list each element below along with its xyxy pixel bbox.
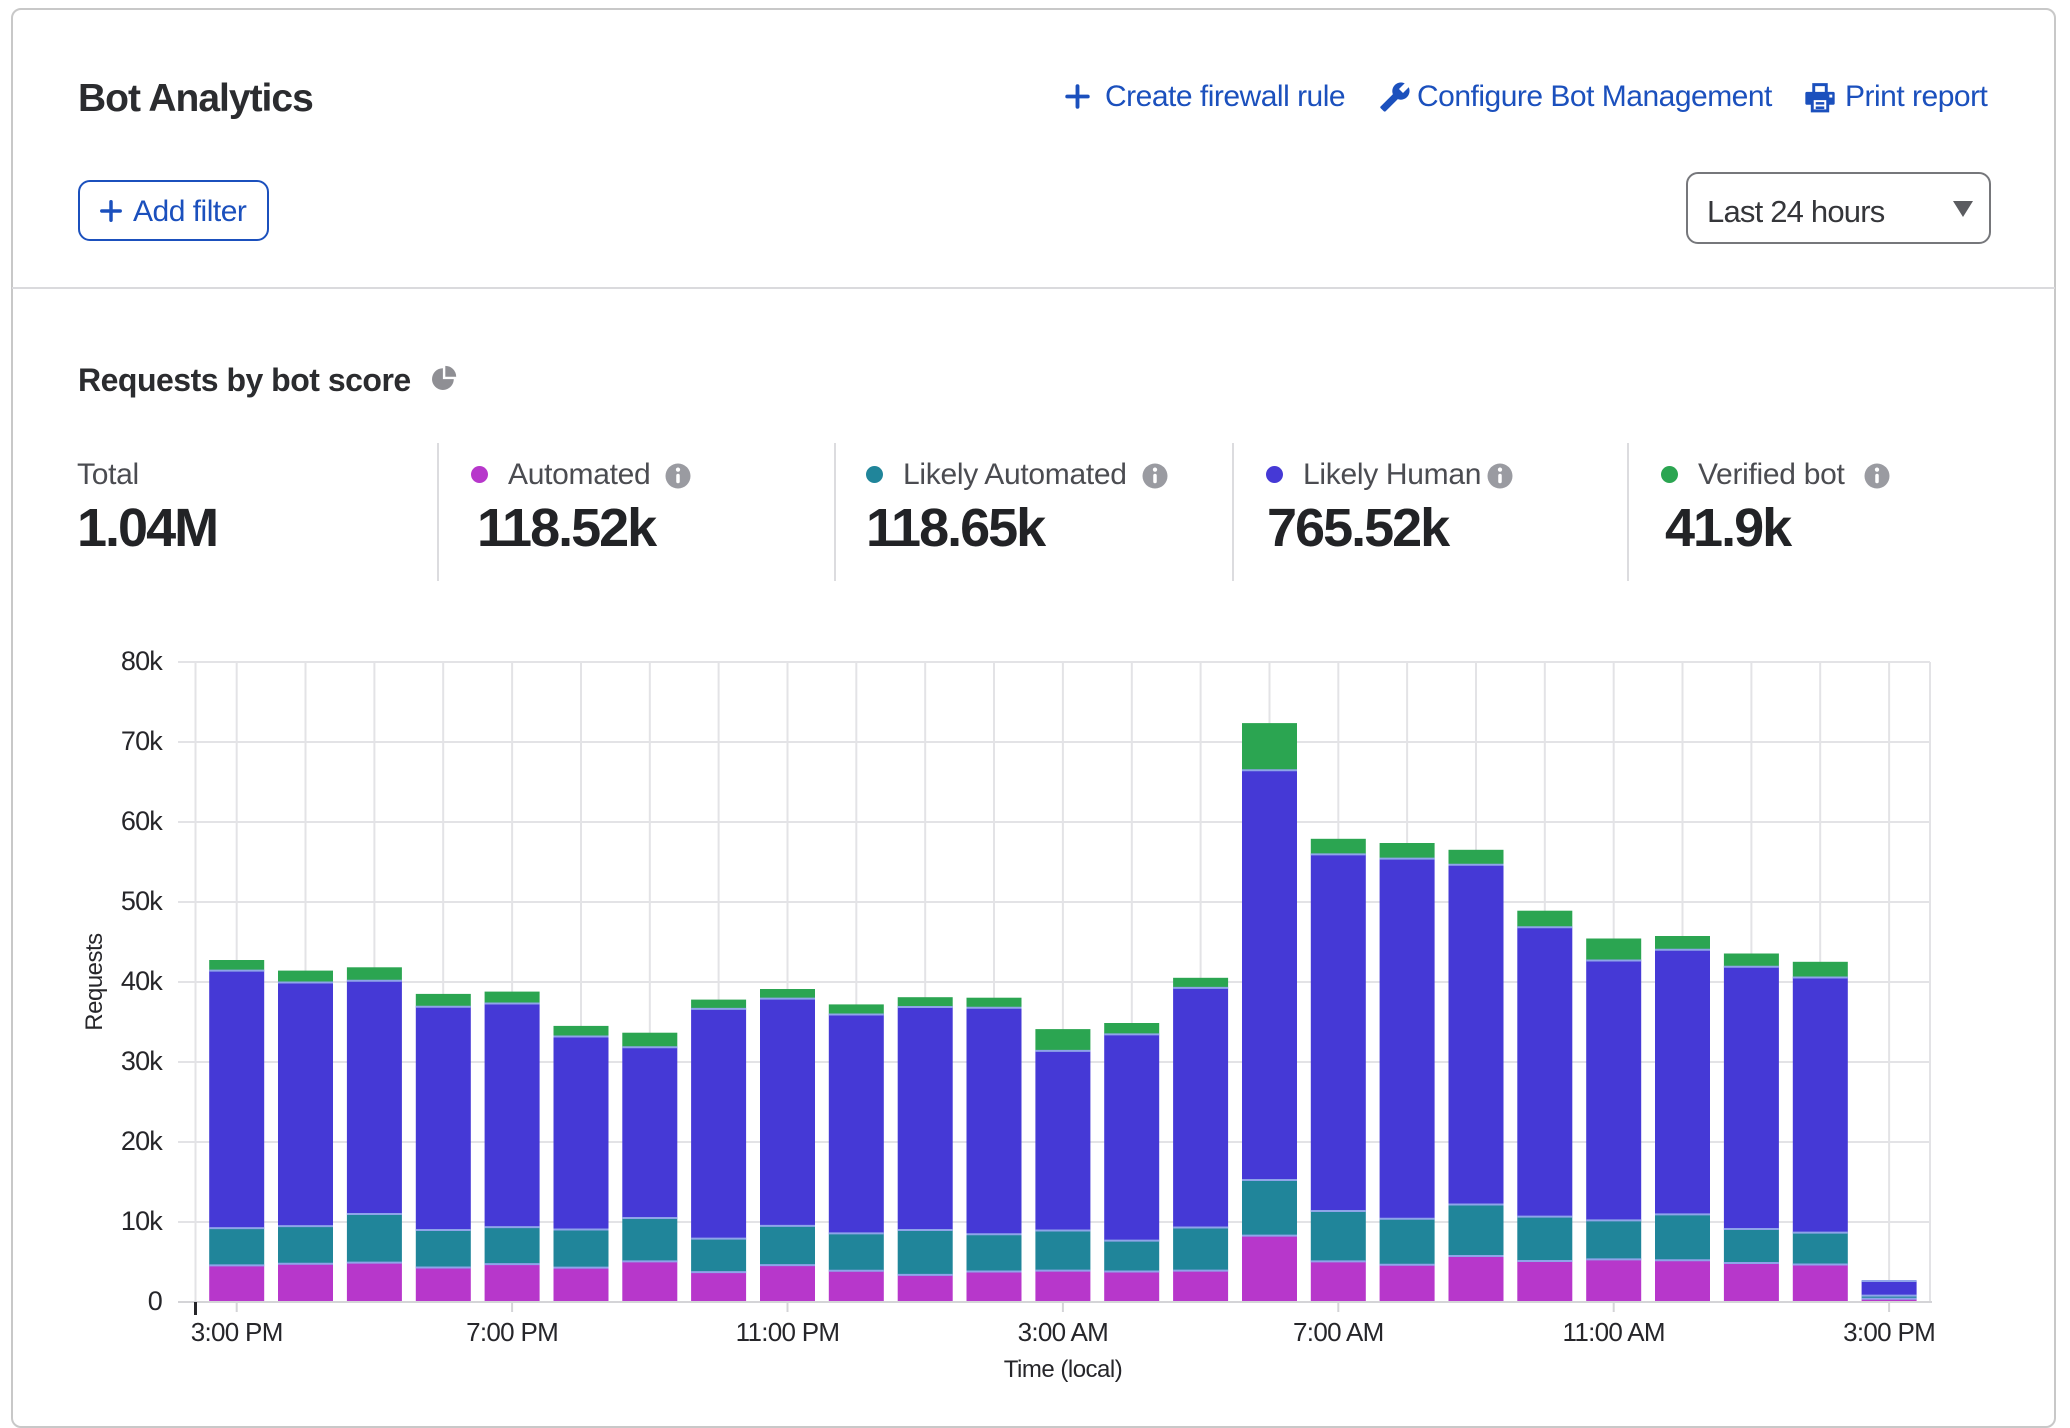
svg-text:70k: 70k xyxy=(121,726,163,756)
svg-text:3:00 PM: 3:00 PM xyxy=(191,1317,283,1347)
svg-text:50k: 50k xyxy=(121,886,163,916)
svg-text:0: 0 xyxy=(148,1286,162,1316)
svg-text:60k: 60k xyxy=(121,806,163,836)
svg-text:10k: 10k xyxy=(121,1206,163,1236)
svg-text:7:00 AM: 7:00 AM xyxy=(1293,1317,1384,1347)
svg-text:7:00 PM: 7:00 PM xyxy=(466,1317,558,1347)
svg-text:20k: 20k xyxy=(121,1126,163,1156)
svg-text:Time (local): Time (local) xyxy=(1004,1356,1122,1383)
svg-text:3:00 AM: 3:00 AM xyxy=(1018,1317,1109,1347)
svg-text:40k: 40k xyxy=(121,966,163,996)
svg-text:11:00 PM: 11:00 PM xyxy=(736,1317,840,1347)
svg-text:Requests: Requests xyxy=(81,933,108,1031)
svg-text:80k: 80k xyxy=(121,646,163,676)
svg-text:30k: 30k xyxy=(121,1046,163,1076)
svg-text:11:00 AM: 11:00 AM xyxy=(1563,1317,1665,1347)
svg-text:3:00 PM: 3:00 PM xyxy=(1843,1317,1935,1347)
